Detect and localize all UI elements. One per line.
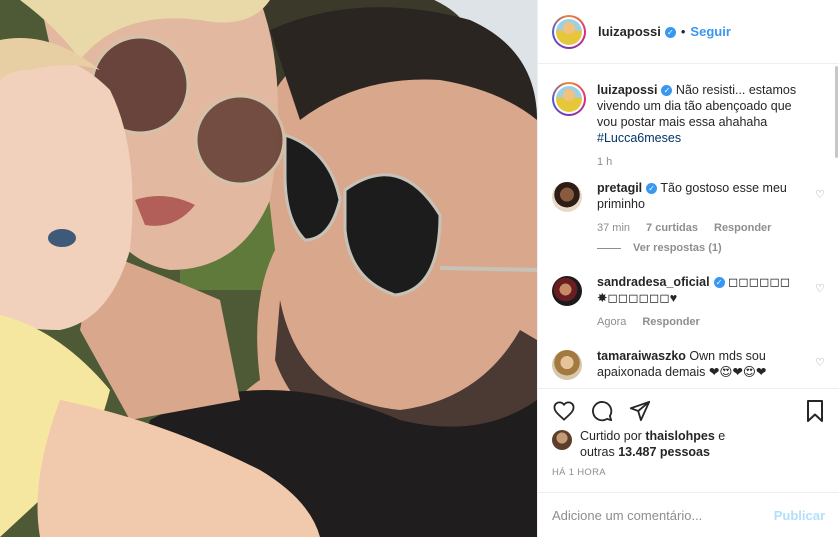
reply-button[interactable]: Responder bbox=[642, 316, 699, 328]
comment-username[interactable]: tamaraiwaszko bbox=[597, 349, 686, 363]
comments-scrollbar[interactable] bbox=[835, 66, 838, 158]
post-timestamp[interactable]: HÁ 1 HORA bbox=[552, 467, 606, 478]
author-username-text[interactable]: luizapossi bbox=[598, 24, 661, 39]
comment-item: tamaraiwaszko Own mds sou apaixonada dem… bbox=[552, 348, 825, 380]
comments-list[interactable]: luizapossi ✓ Não resisti... estamos viven… bbox=[538, 64, 839, 388]
caption-username[interactable]: luizapossi bbox=[597, 83, 657, 97]
likes-count[interactable]: 13.487 pessoas bbox=[618, 445, 710, 459]
comment-like-heart-icon[interactable]: ♡ bbox=[815, 188, 825, 201]
caption-time[interactable]: 1 h bbox=[597, 156, 612, 168]
comment-username[interactable]: sandradesa_oficial bbox=[597, 275, 710, 289]
caption-hashtag[interactable]: #Lucca6meses bbox=[597, 131, 681, 145]
separator-dot: • bbox=[680, 24, 686, 39]
post-actions bbox=[538, 388, 839, 432]
verified-badge-icon: ✓ bbox=[661, 85, 673, 97]
comment-item: sandradesa_oficial ✓ ◻◻◻◻◻◻ ✸◻◻◻◻◻◻♥ Agor… bbox=[552, 274, 825, 328]
verified-badge-icon: ✓ bbox=[713, 277, 725, 289]
verified-badge-icon: ✓ bbox=[664, 27, 676, 39]
reply-button[interactable]: Responder bbox=[714, 222, 771, 234]
share-icon[interactable] bbox=[628, 399, 652, 423]
comment-avatar[interactable] bbox=[552, 350, 582, 380]
post-header: luizapossi ✓ • Seguir bbox=[538, 0, 839, 64]
view-replies-button[interactable]: Ver respostas (1) bbox=[597, 242, 825, 254]
liker-avatar[interactable] bbox=[552, 430, 572, 450]
comment-input[interactable]: Adicione um comentário... bbox=[552, 508, 774, 523]
likes-mid: e bbox=[714, 429, 726, 443]
post-side-panel: luizapossi ✓ • Seguir luizapossi ✓ Não res… bbox=[537, 0, 839, 537]
publish-button[interactable]: Publicar bbox=[774, 508, 825, 523]
verified-badge-icon: ✓ bbox=[646, 183, 658, 195]
caption: luizapossi ✓ Não resisti... estamos viven… bbox=[552, 82, 825, 168]
comment-time[interactable]: Agora bbox=[597, 316, 626, 328]
author-avatar[interactable] bbox=[552, 14, 586, 49]
add-comment-bar: Adicione um comentário... Publicar bbox=[538, 492, 839, 537]
likes-others-prefix: outras bbox=[580, 445, 619, 459]
follow-button[interactable]: Seguir bbox=[690, 24, 730, 39]
comment-icon[interactable] bbox=[590, 399, 614, 423]
likes-prefix: Curtido por bbox=[580, 429, 646, 443]
replies-line bbox=[597, 247, 621, 249]
comment-likes[interactable]: 7 curtidas bbox=[646, 222, 698, 234]
likes-summary[interactable]: Curtido por thaislohpes e outras 13.487 … bbox=[552, 428, 825, 460]
liker-username[interactable]: thaislohpes bbox=[645, 429, 714, 443]
comment-time[interactable]: 37 min bbox=[597, 222, 630, 234]
heart-icon[interactable] bbox=[552, 399, 576, 423]
comment-like-heart-icon[interactable]: ♡ bbox=[815, 356, 825, 369]
comment-item: pretagil ✓ Tão gostoso esse meu priminho … bbox=[552, 180, 825, 234]
comment-avatar[interactable] bbox=[552, 182, 582, 212]
post-photo[interactable] bbox=[0, 0, 537, 537]
comment-avatar[interactable] bbox=[552, 276, 582, 306]
view-replies-label[interactable]: Ver respostas (1) bbox=[633, 242, 722, 254]
comment-like-heart-icon[interactable]: ♡ bbox=[815, 282, 825, 295]
author-username[interactable]: luizapossi ✓ bbox=[598, 24, 676, 39]
caption-avatar[interactable] bbox=[552, 82, 586, 116]
comment-username[interactable]: pretagil bbox=[597, 181, 642, 195]
bookmark-icon[interactable] bbox=[803, 399, 827, 423]
